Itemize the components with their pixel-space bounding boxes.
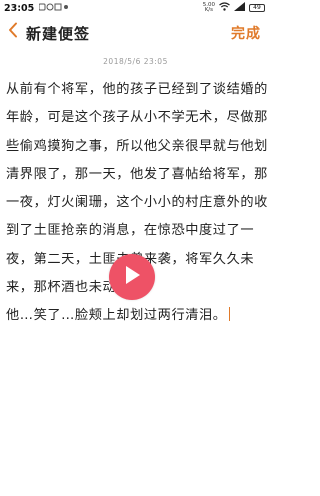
back-button[interactable] (4, 22, 22, 42)
note-paragraph-last: 他…笑了…脸颊上却划过两行清泪。 (6, 302, 268, 330)
net-speed: 5.00 K/s (203, 2, 215, 14)
play-icon (123, 265, 141, 289)
play-button[interactable] (109, 254, 155, 300)
wifi-icon (219, 2, 230, 14)
note-paragraph-text: 他…笑了…脸颊上却划过两行清泪。 (6, 308, 227, 324)
done-button[interactable]: 完成 (231, 23, 261, 43)
back-arrow-icon (8, 22, 18, 42)
app-header: 新建便签 完成 (0, 18, 271, 46)
text-cursor (228, 307, 231, 322)
battery-level: 49 (253, 4, 261, 11)
signal-icon (234, 2, 245, 14)
status-bar: 23:05 5.00 K/s 49 (0, 0, 271, 16)
status-right: 5.00 K/s 49 (203, 2, 265, 14)
page-title: 新建便签 (26, 25, 91, 43)
status-time: 23:05 (4, 2, 35, 14)
battery-icon: 49 (249, 4, 265, 12)
net-speed-unit: K/s (204, 7, 214, 13)
note-timestamp: 2018/5/6 23:05 (103, 57, 168, 66)
status-left: 23:05 (4, 3, 69, 14)
notification-icons (38, 3, 69, 14)
